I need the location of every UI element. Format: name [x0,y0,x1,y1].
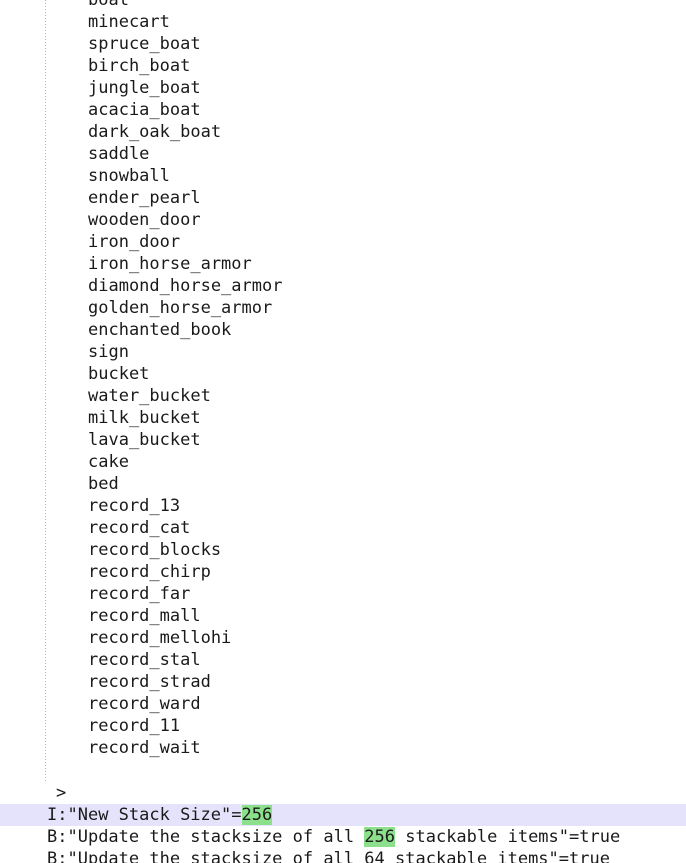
item-label: boat [88,0,129,10]
code-viewport[interactable]: boat minecart spruce_boat birch_boat jungle_… [0,0,686,863]
property-value[interactable]: true [579,827,620,847]
item-row[interactable]: spruce_boat [0,33,686,55]
item-row[interactable]: record_mall [0,605,686,627]
property-row-new-stack-size[interactable]: I:"New Stack Size"=256 [0,804,686,826]
item-label: record_ward [88,694,201,714]
item-row[interactable]: snowball [0,165,686,187]
item-label: wooden_door [88,210,201,230]
property-row-update-stacksize-64[interactable]: B:"Update the stacksize of all 64 stacka… [0,848,686,863]
item-row[interactable]: wooden_door [0,209,686,231]
property-equals: = [558,849,570,863]
item-row[interactable]: record_chirp [0,561,686,583]
property-type-prefix: I: [47,805,68,825]
item-label: bucket [88,364,150,384]
item-row[interactable]: iron_horse_armor [0,253,686,275]
item-label: record_mall [88,606,201,626]
item-label: record_chirp [88,562,211,582]
item-label: saddle [88,144,150,164]
item-row[interactable]: bucket [0,363,686,385]
item-row[interactable]: record_blocks [0,539,686,561]
item-label: lava_bucket [88,430,201,450]
item-row[interactable]: dark_oak_boat [0,121,686,143]
item-row[interactable]: boat [0,0,686,11]
item-label: iron_door [88,232,181,252]
item-row[interactable]: minecart [0,11,686,33]
item-row[interactable]: golden_horse_armor [0,297,686,319]
property-type-prefix: B: [47,827,68,847]
item-label: spruce_boat [88,34,201,54]
property-value[interactable]: true [569,849,610,863]
item-row[interactable]: record_stal [0,649,686,671]
item-label: acacia_boat [88,100,201,120]
item-row[interactable]: acacia_boat [0,99,686,121]
item-row[interactable]: record_mellohi [0,627,686,649]
item-row[interactable]: record_far [0,583,686,605]
item-row[interactable]: jungle_boat [0,77,686,99]
item-row[interactable]: enchanted_book [0,319,686,341]
item-row[interactable]: record_strad [0,671,686,693]
item-label: sign [88,342,129,362]
chevron-right-icon[interactable]: > [56,783,66,803]
item-label: record_wait [88,738,201,758]
item-row[interactable]: record_11 [0,715,686,737]
property-equals: = [231,805,242,825]
item-label: water_bucket [88,386,211,406]
item-label: minecart [88,12,170,32]
item-row[interactable]: sign [0,341,686,363]
item-label: record_strad [88,672,211,692]
property-key: "New Stack Size" [67,805,232,825]
item-label: record_13 [88,496,181,516]
property-key-after: stackable items" [384,849,559,863]
item-row[interactable]: cake [0,451,686,473]
item-label: record_blocks [88,540,222,560]
item-label: diamond_horse_armor [88,276,283,296]
item-label: cake [88,452,129,472]
item-label: golden_horse_armor [88,298,273,318]
item-row[interactable]: water_bucket [0,385,686,407]
property-key-match: 64 [364,849,385,863]
item-row[interactable]: birch_boat [0,55,686,77]
property-value[interactable]: 256 [241,805,273,825]
item-label: iron_horse_armor [88,254,252,274]
item-row[interactable]: diamond_horse_armor [0,275,686,297]
item-row[interactable]: record_cat [0,517,686,539]
property-key-match: 256 [364,827,396,847]
item-label: enchanted_book [88,320,232,340]
property-row-update-stacksize-256[interactable]: B:"Update the stacksize of all 256 stack… [0,826,686,848]
property-key-after: stackable items" [395,827,570,847]
item-label: ender_pearl [88,188,201,208]
item-label: record_far [88,584,191,604]
item-row[interactable]: iron_door [0,231,686,253]
item-row[interactable]: milk_bucket [0,407,686,429]
item-label: dark_oak_boat [88,122,222,142]
collapsed-node-marker-row[interactable]: > [0,782,686,804]
property-equals: = [569,827,580,847]
item-row[interactable]: record_ward [0,693,686,715]
property-type-prefix: B: [47,849,68,863]
item-row[interactable]: record_13 [0,495,686,517]
property-block: > I:"New Stack Size"=256 B:"Update the s… [0,782,686,863]
item-identifier-list[interactable]: boat minecart spruce_boat birch_boat jungle_… [0,0,686,759]
item-row[interactable]: lava_bucket [0,429,686,451]
item-label: record_cat [88,518,191,538]
item-label: jungle_boat [88,78,201,98]
item-label: birch_boat [88,56,191,76]
item-label: record_stal [88,650,201,670]
item-label: bed [88,474,119,494]
item-label: milk_bucket [88,408,201,428]
item-label: record_mellohi [88,628,232,648]
item-label: record_11 [88,716,181,736]
property-key-before: "Update the stacksize of all [67,827,365,847]
item-row[interactable]: saddle [0,143,686,165]
property-key-before: "Update the stacksize of all [67,849,365,863]
item-label: snowball [88,166,170,186]
item-row[interactable]: record_wait [0,737,686,759]
item-row[interactable]: bed [0,473,686,495]
item-row[interactable]: ender_pearl [0,187,686,209]
